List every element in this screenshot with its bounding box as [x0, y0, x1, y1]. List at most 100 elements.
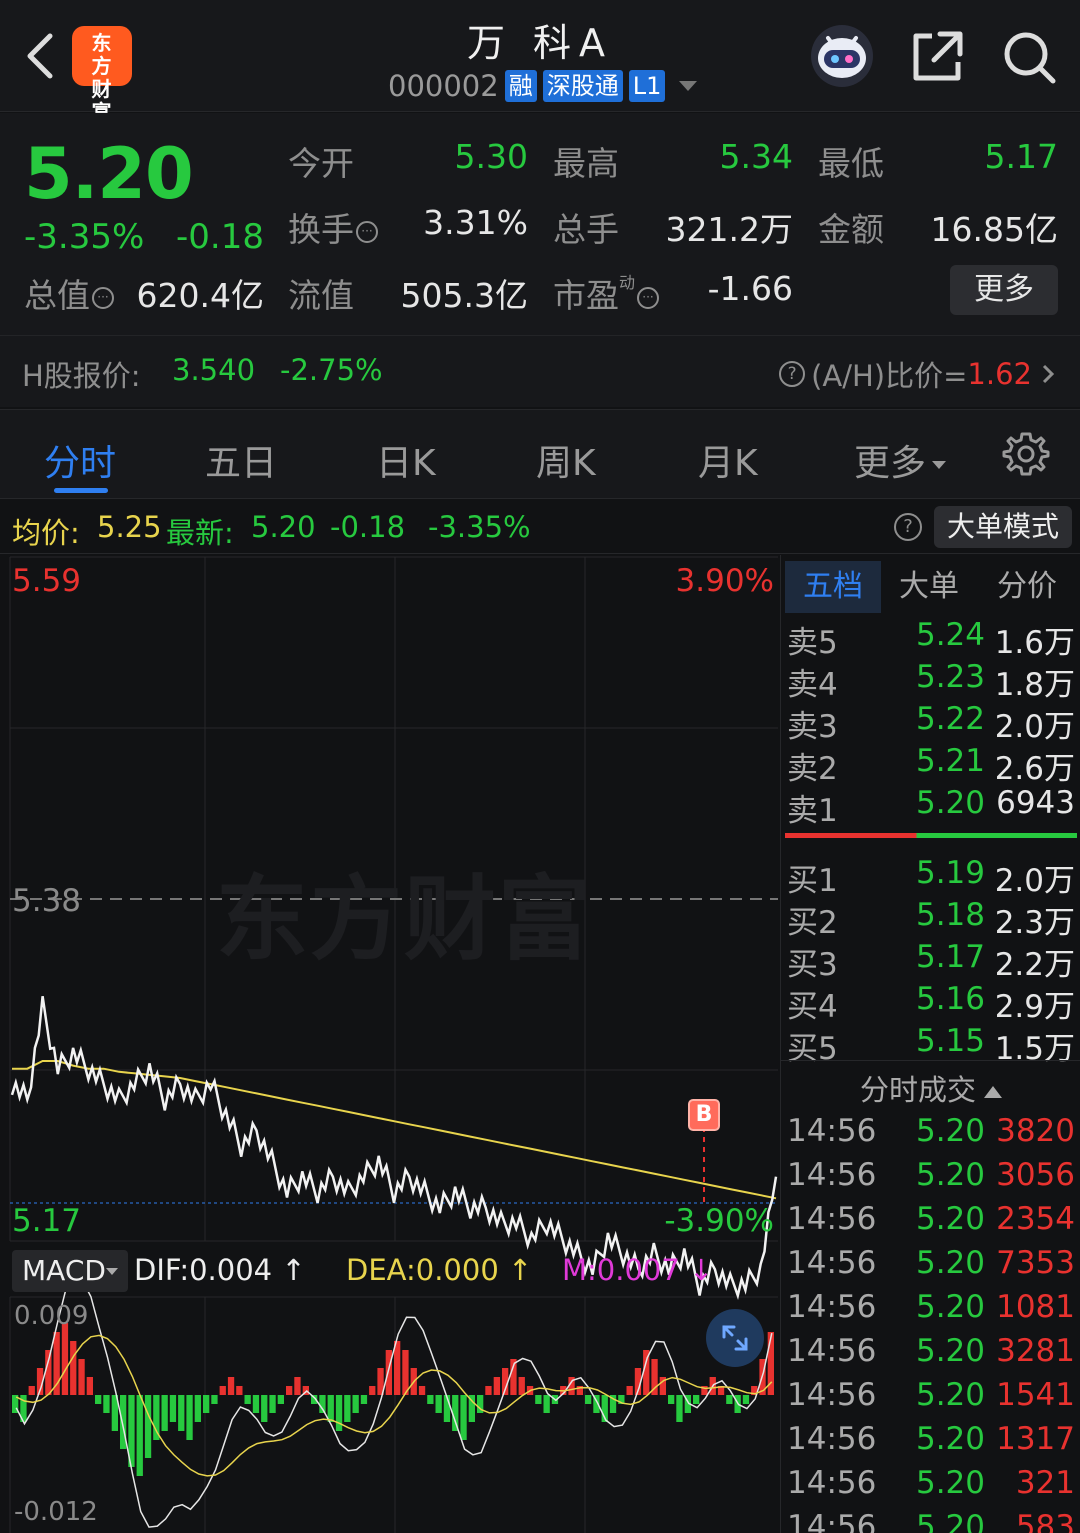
buy-level-row[interactable]: 买5 5.15 1.5万	[787, 1023, 1077, 1067]
app-logo[interactable]: 东方财富	[72, 26, 132, 124]
order-book-panel: 五档 大单 分价 卖5 5.24 1.6万 卖4 5.23 1.8万 卖3 5.22 2.0万卖…	[780, 555, 1080, 1533]
trade-row[interactable]: 14:56 5.20 3281	[787, 1333, 1077, 1377]
ah-ratio-value: 1.62	[967, 357, 1032, 391]
level-volume: 2.6万	[994, 751, 1075, 787]
share-icon[interactable]	[908, 28, 966, 86]
trade-row[interactable]: 14:56 5.20 1541	[787, 1377, 1077, 1421]
macd-bar	[418, 1386, 426, 1395]
macd-bar	[427, 1395, 434, 1404]
logo-text: 东方财富	[91, 31, 113, 124]
latest-label: 最新:	[166, 516, 234, 550]
high-label: 最高	[553, 144, 619, 183]
chevron-down-icon[interactable]	[679, 81, 698, 91]
expand-button[interactable]	[706, 1309, 764, 1367]
help-icon[interactable]: ?	[894, 513, 922, 541]
trade-row[interactable]: 14:56 5.20 3056	[787, 1157, 1077, 1201]
macd-bar	[626, 1386, 633, 1395]
sell-level-row[interactable]: 卖3 5.22 2.0万	[787, 701, 1077, 745]
indicator-row: 均价: 5.25 最新: 5.20 -0.18 -3.35% ? 大单模式	[0, 500, 1080, 554]
tab-five-day[interactable]: 五日	[205, 434, 277, 486]
total-value-label[interactable]: 总值 ···	[24, 269, 114, 317]
trade-price: 5.20	[915, 1421, 985, 1457]
level-label: 卖1	[787, 793, 838, 829]
info-icon[interactable]: ···	[637, 286, 660, 309]
macd-bar	[261, 1395, 268, 1422]
stock-code: 000002	[388, 69, 499, 103]
trade-row[interactable]: 14:56 5.20 2354	[787, 1201, 1077, 1245]
pe-label[interactable]: 市盈动···	[553, 269, 660, 317]
arrow-down-icon: ↓	[689, 1253, 714, 1287]
trade-volume: 1541	[996, 1377, 1075, 1413]
turnover-label[interactable]: 换手 ···	[288, 203, 378, 251]
tab-big-orders[interactable]: 大单	[881, 561, 977, 613]
arrow-up-icon: ↑	[508, 1253, 533, 1287]
trade-row[interactable]: 14:56 5.20 3820	[787, 1113, 1077, 1157]
info-icon[interactable]: ···	[356, 220, 378, 243]
level-price: 5.21	[915, 743, 985, 779]
trades-title[interactable]: 分时成交	[781, 1067, 1080, 1109]
trade-time: 14:56	[787, 1289, 877, 1325]
trade-row[interactable]: 14:56 5.20 1081	[787, 1289, 1077, 1333]
indicator-selector[interactable]: MACD	[12, 1250, 128, 1292]
macd-bar	[668, 1395, 675, 1404]
intraday-chart[interactable]: 东方财富 5.59 3.90% 5.38 5.17 -3.90% B MACD …	[0, 555, 780, 1533]
macd-bar	[95, 1395, 102, 1404]
macd-bar	[543, 1395, 550, 1413]
stock-code-row[interactable]: 000002 融 深股通 L1	[388, 68, 698, 104]
macd-bar	[227, 1377, 235, 1395]
buy-level-row[interactable]: 买3 5.17 2.2万	[787, 939, 1077, 983]
ah-ratio[interactable]: ? (A/H)比价= 1.62	[779, 353, 1058, 395]
level-label: 买1	[787, 863, 838, 899]
more-button[interactable]: 更多	[950, 265, 1058, 315]
y-axis-mid: 5.38	[12, 883, 82, 919]
trade-row[interactable]: 14:56 5.20 321	[787, 1465, 1077, 1509]
buy-level-row[interactable]: 买4 5.16 2.9万	[787, 981, 1077, 1025]
sell-level-row[interactable]: 卖2 5.21 2.6万	[787, 743, 1077, 787]
buy-level-row[interactable]: 买2 5.18 2.3万	[787, 897, 1077, 941]
tab-monthly-k[interactable]: 月K	[698, 434, 758, 486]
trade-time: 14:56	[787, 1333, 877, 1369]
divider	[781, 1060, 1080, 1061]
macd-bar	[485, 1386, 492, 1395]
search-icon[interactable]	[1000, 28, 1058, 86]
tab-daily-k[interactable]: 日K	[376, 434, 436, 486]
avg-price-line	[12, 1060, 777, 1200]
trade-volume: 7353	[996, 1245, 1075, 1281]
tab-more[interactable]: 更多	[854, 434, 947, 486]
tab-five-level[interactable]: 五档	[785, 561, 881, 613]
level-volume: 2.3万	[994, 905, 1075, 941]
tab-weekly-k[interactable]: 周K	[536, 434, 596, 486]
tab-intraday[interactable]: 分时	[44, 434, 116, 486]
level-label: 卖5	[787, 625, 838, 661]
latest-change-pct: -3.35%	[428, 510, 531, 544]
buy-level-row[interactable]: 买1 5.19 2.0万	[787, 855, 1077, 899]
macd-y-top: 0.009	[14, 1301, 89, 1331]
macd-bar	[369, 1386, 376, 1395]
sell-level-row[interactable]: 卖4 5.23 1.8万	[787, 659, 1077, 703]
trade-row[interactable]: 14:56 5.20 7353	[787, 1245, 1077, 1289]
info-icon[interactable]: ···	[92, 286, 114, 309]
macd-bar	[327, 1395, 334, 1422]
macd-header: MACD DIF:0.004 ↑ DEA:0.000 ↑ M:0.007 ↓	[0, 1245, 780, 1297]
help-icon[interactable]: ?	[779, 361, 806, 387]
macd-bar	[385, 1350, 392, 1395]
tab-price-dist[interactable]: 分价	[979, 561, 1075, 613]
change-amount: -0.18	[176, 217, 264, 257]
gear-icon[interactable]	[1002, 430, 1050, 478]
trade-row[interactable]: 14:56 5.20 583	[787, 1509, 1077, 1533]
big-order-mode-button[interactable]: 大单模式	[934, 506, 1072, 548]
buy-marker[interactable]: B	[688, 1099, 720, 1131]
back-icon[interactable]	[20, 30, 60, 82]
sell-level-row[interactable]: 卖1 5.20 6943	[787, 785, 1077, 829]
sell-level-row[interactable]: 卖5 5.24 1.6万	[787, 617, 1077, 661]
assistant-robot-icon[interactable]	[810, 24, 874, 88]
top-bar: 东方财富 万 科A 000002 融 深股通 L1	[0, 0, 1080, 124]
trade-time: 14:56	[787, 1377, 877, 1413]
trade-row[interactable]: 14:56 5.20 1317	[787, 1421, 1077, 1465]
low-label: 最低	[818, 144, 884, 183]
chart-tabs: 分时 五日 日K 周K 月K 更多	[0, 409, 1080, 499]
level-volume: 1.5万	[994, 1031, 1075, 1067]
trade-time: 14:56	[787, 1201, 877, 1237]
macd-bar	[726, 1395, 733, 1404]
macd-dea-text: DEA:0.000	[346, 1253, 499, 1287]
